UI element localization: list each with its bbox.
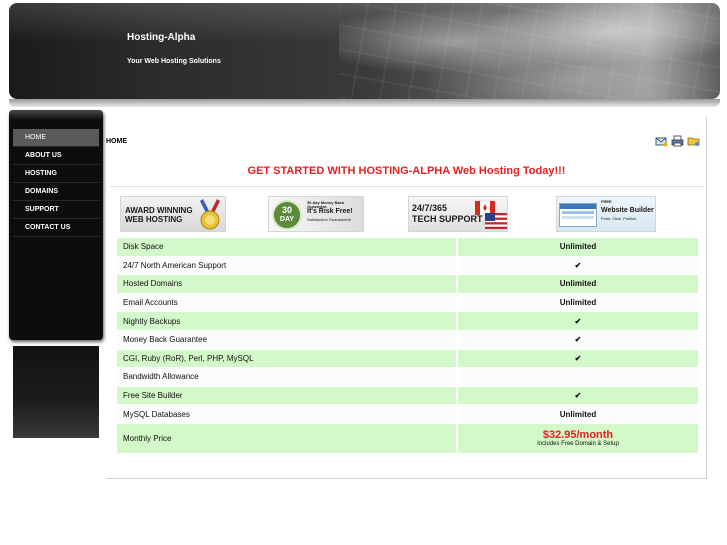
guarantee-line3: Satisfaction Guaranteed! bbox=[307, 217, 352, 222]
price-row: Monthly Price $32.95/month Includes Free… bbox=[117, 423, 698, 454]
builder-screenshot bbox=[559, 203, 597, 227]
feature-value: Unlimited bbox=[458, 275, 698, 294]
header-glare bbox=[9, 3, 720, 43]
table-row: CGI, Ruby (RoR), Perl, PHP, MySQL ✔ bbox=[117, 349, 698, 369]
support-banner[interactable]: 24/7/365 TECH SUPPORT bbox=[408, 196, 508, 232]
features-panel: AWARD WINNING WEB HOSTING 30 DAY 30-day … bbox=[110, 186, 704, 478]
nav-item-domains[interactable]: DOMAINS bbox=[13, 183, 99, 201]
table-row: MySQL Databases Unlimited bbox=[117, 405, 698, 424]
builder-banner[interactable]: FREE Website Builder Point. Click. Publi… bbox=[556, 196, 656, 232]
feature-value: Unlimited bbox=[458, 405, 698, 424]
page-tools bbox=[655, 135, 700, 147]
medal-icon bbox=[200, 199, 220, 230]
support-line2: TECH SUPPORT bbox=[412, 214, 483, 224]
site-header: Hosting-Alpha Your Web Hosting Solutions bbox=[9, 3, 720, 99]
promo-headline: GET STARTED WITH HOSTING-ALPHA Web Hosti… bbox=[247, 165, 566, 177]
check-icon: ✔ bbox=[458, 386, 698, 406]
award-line2: WEB HOSTING bbox=[125, 215, 183, 224]
builder-line1: FREE bbox=[601, 199, 612, 204]
site-tagline: Your Web Hosting Solutions bbox=[127, 58, 221, 65]
feature-label: Disk Space bbox=[117, 238, 458, 257]
folder-icon[interactable] bbox=[687, 135, 700, 147]
flags-icon bbox=[475, 200, 507, 229]
page-title: HOME bbox=[106, 138, 127, 145]
feature-label: Free Site Builder bbox=[117, 386, 458, 406]
support-line1: 24/7/365 bbox=[412, 203, 448, 213]
header-shadow bbox=[9, 99, 720, 107]
feature-label: Email Accounts bbox=[117, 293, 458, 313]
guarantee-badge-bottom: DAY bbox=[279, 216, 295, 223]
email-icon[interactable] bbox=[655, 135, 668, 147]
banner-strip: AWARD WINNING WEB HOSTING 30 DAY 30-day … bbox=[116, 196, 696, 236]
table-row: 24/7 North American Support ✔ bbox=[117, 256, 698, 276]
feature-label: MySQL Databases bbox=[117, 405, 458, 424]
check-icon: ✔ bbox=[458, 256, 698, 276]
sidebar: HOME ABOUT US HOSTING DOMAINS SUPPORT CO… bbox=[9, 110, 103, 438]
table-row: Money Back Guarantee ✔ bbox=[117, 330, 698, 350]
feature-value: Unlimited bbox=[458, 293, 698, 313]
content-area: HOME GET STARTED WITH HOSTING-ALPHA Web … bbox=[106, 117, 707, 479]
feature-label: 24/7 North American Support bbox=[117, 256, 458, 276]
nav-item-about-us[interactable]: ABOUT US bbox=[13, 147, 99, 165]
sidebar-top-cap bbox=[9, 110, 103, 120]
table-row: Free Site Builder ✔ bbox=[117, 386, 698, 406]
main-nav: HOME ABOUT US HOSTING DOMAINS SUPPORT CO… bbox=[13, 129, 99, 237]
feature-value bbox=[458, 368, 698, 387]
guarantee-badge-top: 30 bbox=[281, 205, 292, 215]
check-icon: ✔ bbox=[458, 349, 698, 369]
site-title[interactable]: Hosting-Alpha bbox=[127, 32, 195, 43]
feature-label: CGI, Ruby (RoR), Perl, PHP, MySQL bbox=[117, 349, 458, 369]
price-amount[interactable]: $32.95/month bbox=[458, 429, 698, 441]
guarantee-line2: It's Risk Free! bbox=[307, 208, 353, 215]
table-row: Nightly Backups ✔ bbox=[117, 312, 698, 331]
price-note: Includes Free Domain & Setup bbox=[537, 441, 619, 448]
builder-line2: Website Builder bbox=[601, 207, 654, 214]
table-row: Bandwidth Allowance bbox=[117, 368, 698, 387]
nav-item-hosting[interactable]: HOSTING bbox=[13, 165, 99, 183]
feature-label: Nightly Backups bbox=[117, 312, 458, 331]
feature-label: Hosted Domains bbox=[117, 275, 458, 294]
table-row: Hosted Domains Unlimited bbox=[117, 275, 698, 294]
print-icon[interactable] bbox=[671, 135, 684, 147]
guarantee-banner[interactable]: 30 DAY 30-day Money Back Guarantee It's … bbox=[268, 196, 364, 232]
feature-label: Bandwidth Allowance bbox=[117, 368, 458, 387]
feature-label: Money Back Guarantee bbox=[117, 330, 458, 350]
sidebar-bottom-panel bbox=[13, 346, 99, 438]
price-cell: $32.95/month Includes Free Domain & Setu… bbox=[458, 423, 698, 454]
check-icon: ✔ bbox=[458, 330, 698, 350]
guarantee-badge: 30 DAY bbox=[272, 200, 302, 230]
check-icon: ✔ bbox=[458, 312, 698, 331]
price-label: Monthly Price bbox=[117, 423, 458, 454]
nav-item-contact-us[interactable]: CONTACT US bbox=[13, 219, 99, 237]
nav-item-home[interactable]: HOME bbox=[13, 129, 99, 147]
feature-value: Unlimited bbox=[458, 238, 698, 257]
features-table: Disk Space Unlimited 24/7 North American… bbox=[117, 238, 698, 454]
table-row: Disk Space Unlimited bbox=[117, 238, 698, 257]
nav-item-support[interactable]: SUPPORT bbox=[13, 201, 99, 219]
table-row: Email Accounts Unlimited bbox=[117, 293, 698, 313]
builder-line3: Point. Click. Publish. bbox=[601, 216, 638, 221]
award-banner[interactable]: AWARD WINNING WEB HOSTING bbox=[120, 196, 226, 232]
